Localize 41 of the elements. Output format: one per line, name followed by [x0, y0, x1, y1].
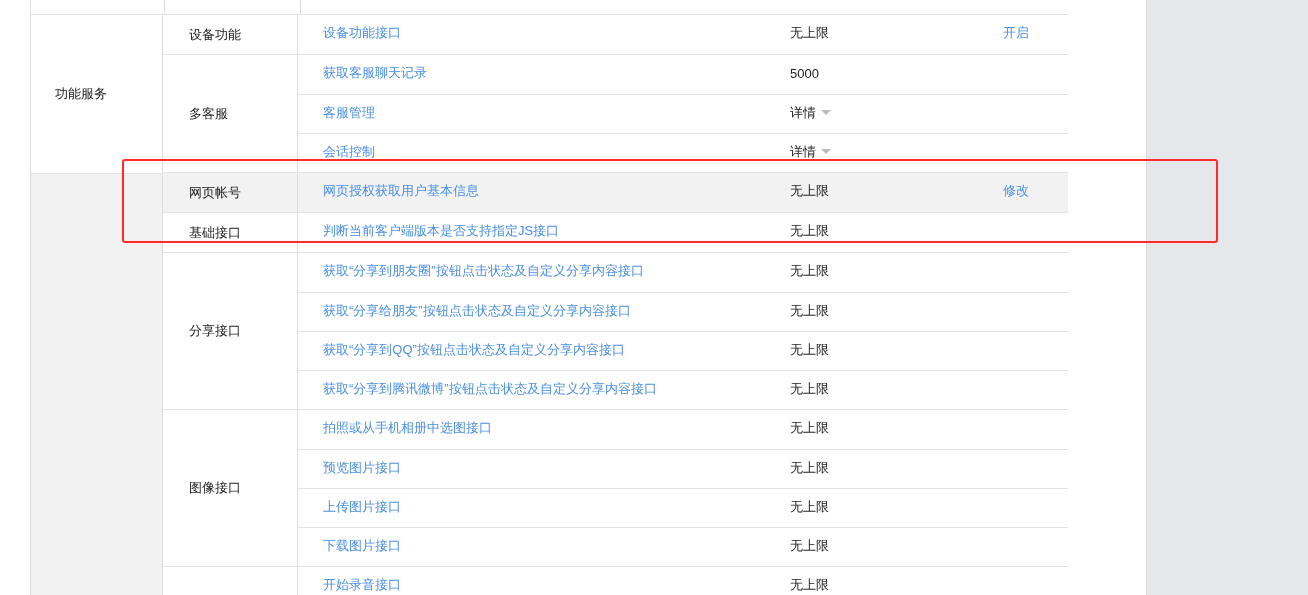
limit-value: 无上限 — [790, 577, 829, 592]
interface-link[interactable]: 获取“分享到腾讯微博”按钮点击状态及自定义分享内容接口 — [323, 380, 657, 396]
limit-value: 无上限 — [790, 537, 829, 553]
interface-link[interactable]: 获取“分享到QQ”按钮点击状态及自定义分享内容接口 — [323, 341, 625, 357]
limit-value: 无上限 — [790, 263, 829, 278]
category-label: 分享接口 — [189, 322, 241, 340]
interface-link[interactable]: 获取客服聊天记录 — [323, 65, 427, 80]
limit-value: 无上限 — [790, 25, 829, 40]
action-link[interactable]: 修改 — [1003, 183, 1029, 198]
action-link[interactable]: 开启 — [1003, 25, 1029, 40]
category-label: 设备功能 — [189, 25, 241, 44]
interface-link[interactable]: 开始录音接口 — [323, 577, 401, 592]
interface-link[interactable]: 会话控制 — [323, 143, 375, 159]
limit-value: 无上限 — [790, 223, 829, 238]
limit-value: 无上限 — [790, 302, 829, 318]
group-label: 功能服务 — [55, 85, 107, 103]
limit-value: 无上限 — [790, 380, 829, 396]
limit-value: 无上限 — [790, 498, 829, 514]
interface-link[interactable]: 网页授权获取用户基本信息 — [323, 183, 479, 198]
interface-link[interactable]: 上传图片接口 — [323, 498, 401, 514]
interface-link[interactable]: 获取“分享给朋友”按钮点击状态及自定义分享内容接口 — [323, 302, 631, 318]
interface-link[interactable]: 预览图片接口 — [323, 459, 401, 475]
limit-value: 无上限 — [790, 420, 829, 435]
category-label: 基础接口 — [189, 223, 241, 242]
interface-link[interactable]: 客服管理 — [323, 104, 375, 120]
interface-link[interactable]: 获取“分享到朋友圈”按钮点击状态及自定义分享内容接口 — [323, 263, 644, 278]
details-dropdown[interactable]: 详情 — [790, 142, 831, 161]
interface-link[interactable]: 设备功能接口 — [323, 25, 401, 40]
interface-link[interactable]: 拍照或从手机相册中选图接口 — [323, 420, 492, 435]
category-label: 图像接口 — [189, 479, 241, 497]
limit-value: 无上限 — [790, 459, 829, 475]
caret-icon — [821, 149, 831, 154]
limit-value: 无上限 — [790, 183, 829, 198]
caret-icon — [821, 110, 831, 115]
limit-value: 5000 — [790, 65, 819, 81]
limit-value: 无上限 — [790, 341, 829, 357]
interface-link[interactable]: 下载图片接口 — [323, 537, 401, 553]
category-label: 多客服 — [189, 104, 228, 123]
interface-link[interactable]: 判断当前客户端版本是否支持指定JS接口 — [323, 223, 560, 238]
details-dropdown[interactable]: 详情 — [790, 103, 831, 122]
category-label: 网页帐号 — [189, 183, 241, 202]
